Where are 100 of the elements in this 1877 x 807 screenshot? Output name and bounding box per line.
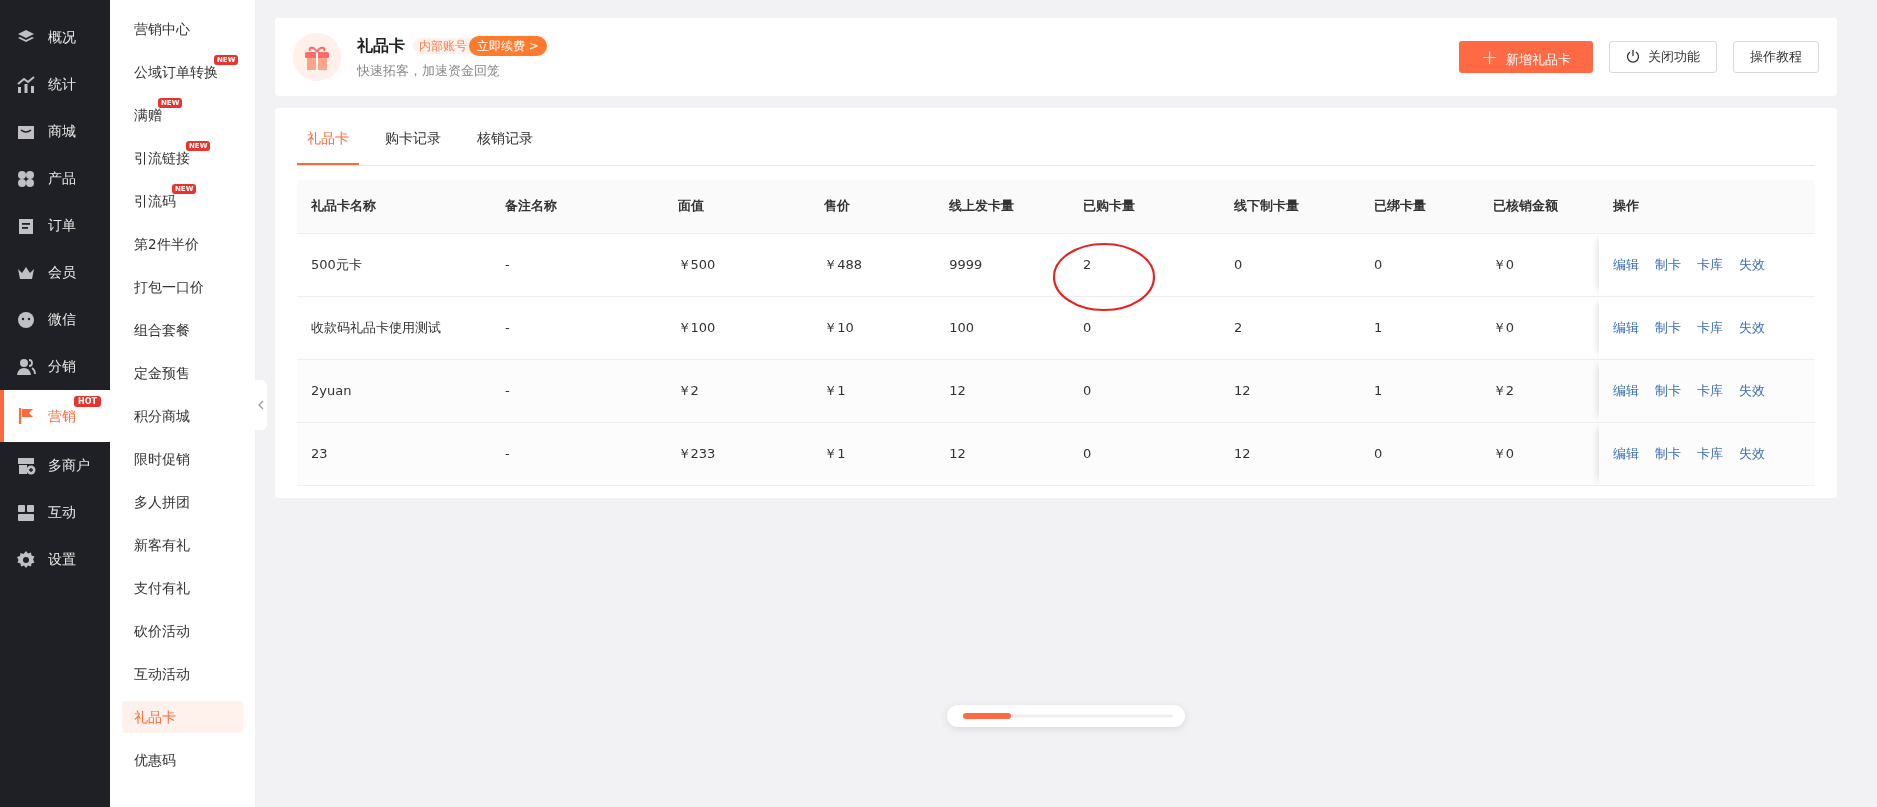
submenu-item[interactable]: 限时促销 [122, 438, 190, 481]
column-header: 线下制卡量 [1219, 180, 1361, 233]
table-cell: ￥1 [824, 382, 846, 398]
collapse-handle[interactable] [255, 380, 267, 430]
submenu-item[interactable]: 新客有礼 [122, 524, 190, 567]
action-link[interactable]: 制卡 [1655, 256, 1682, 272]
table-cell: 12 [949, 382, 966, 398]
table-cell: 收款码礼品卡使用测试 [311, 319, 441, 335]
submenu-item[interactable]: 互动活动 [122, 653, 190, 696]
action-link[interactable]: 编辑 [1613, 256, 1640, 272]
column-header: 售价 [810, 180, 936, 233]
users-icon [16, 356, 36, 377]
action-link[interactable]: 制卡 [1655, 319, 1682, 335]
nav-item[interactable]: 订单 [0, 202, 110, 249]
submenu-item[interactable]: 砍价活动 [122, 610, 190, 653]
table-cell: ￥0 [1492, 445, 1514, 461]
action-link[interactable]: 制卡 [1655, 382, 1682, 398]
table-cell: ￥0 [1492, 256, 1514, 272]
table-cell: 12 [949, 445, 966, 461]
action-link[interactable]: 卡库 [1697, 445, 1724, 461]
blocks-icon [16, 502, 36, 523]
chat-bubble-icon [16, 309, 36, 330]
page-subtitle: 快速拓客，加速资金回笼 [357, 61, 501, 80]
page-title: 礼品卡 [357, 34, 405, 57]
table-cell: 12 [1233, 382, 1251, 398]
gift-icon [293, 33, 341, 81]
column-header: 线上发卡量 [935, 180, 1069, 233]
table-cell: 1 [1374, 382, 1383, 398]
action-link[interactable]: 卡库 [1697, 319, 1724, 335]
action-link[interactable]: 失效 [1739, 445, 1766, 461]
table-cell: ￥100 [677, 319, 716, 335]
table-cell: ￥233 [677, 445, 716, 461]
power-icon [1626, 49, 1640, 64]
submenu-item[interactable]: 积分商城 [122, 395, 190, 438]
column-header: 备注名称 [491, 180, 664, 233]
submenu-item[interactable]: 组合套餐 [122, 309, 190, 352]
submenu-item[interactable]: 打包一口价 [122, 266, 204, 309]
table-cell: 100 [949, 319, 975, 335]
submenu-item[interactable]: 支付有礼 [122, 567, 190, 610]
submenu-item[interactable]: 定金预售 [122, 352, 190, 395]
plus-icon: + [1481, 45, 1498, 69]
column-header: 已核销金额 [1478, 180, 1600, 233]
table-cell: 0 [1374, 445, 1383, 461]
table-cell: - [505, 256, 510, 272]
table-cell: - [505, 445, 510, 461]
submenu-item[interactable]: 第2件半价 [122, 223, 199, 266]
tab[interactable]: 核销记录 [467, 128, 543, 165]
table-cell: 2 [1233, 319, 1243, 335]
submenu-item[interactable]: 优惠码 [122, 739, 176, 782]
nav-item[interactable]: 商城 [0, 108, 110, 155]
chevron-left-icon [258, 400, 264, 410]
table-cell: 0 [1233, 256, 1243, 272]
column-header: 面值 [663, 180, 811, 233]
action-link[interactable]: 失效 [1739, 256, 1766, 272]
action-link[interactable]: 编辑 [1613, 319, 1640, 335]
action-link[interactable]: 失效 [1739, 382, 1766, 398]
close-feature-button[interactable]: 关闭功能 [1609, 41, 1717, 73]
nav-item[interactable]: 分销 [0, 343, 110, 390]
horizontal-scrollbar[interactable] [947, 705, 1185, 727]
submenu-item[interactable]: 多人拼团 [122, 481, 190, 524]
tab[interactable]: 购卡记录 [375, 128, 451, 165]
grid-icon [16, 168, 36, 189]
nav-item[interactable]: 微信 [0, 296, 110, 343]
action-link[interactable]: 制卡 [1655, 445, 1682, 461]
table-cell: ￥2 [677, 382, 699, 398]
table-cell: ￥488 [824, 256, 862, 272]
submenu-item[interactable]: 营销中心 [122, 8, 190, 51]
table-cell: 12 [1233, 445, 1251, 461]
table-cell: 0 [1082, 445, 1092, 461]
action-link[interactable]: 编辑 [1613, 445, 1640, 461]
column-header: 已绑卡量 [1360, 180, 1479, 233]
nav-item[interactable]: 营销 HOT [0, 390, 110, 442]
action-link[interactable]: 卡库 [1697, 256, 1724, 272]
nav-item[interactable]: 互动 [0, 489, 110, 536]
settings-icon [16, 549, 36, 570]
nav-item[interactable]: 多商户 [0, 442, 110, 489]
action-link[interactable]: 卡库 [1697, 382, 1724, 398]
action-link[interactable]: 编辑 [1613, 382, 1640, 398]
action-link[interactable]: 失效 [1739, 319, 1766, 335]
chart-icon [16, 74, 36, 95]
table-cell: - [505, 382, 510, 398]
table-cell: ￥2 [1492, 382, 1514, 398]
flag-icon [16, 406, 36, 426]
nav-item[interactable]: 统计 [0, 61, 110, 108]
table-cell: 23 [311, 445, 328, 461]
nav-item[interactable]: 设置 [0, 536, 110, 583]
table-cell: ￥10 [824, 319, 854, 335]
table-cell: 2yuan [311, 382, 352, 398]
column-header: 已购卡量 [1068, 180, 1220, 233]
table-cell: ￥500 [677, 256, 716, 272]
tutorial-button[interactable]: 操作教程 [1733, 41, 1819, 73]
table-cell: ￥0 [1492, 319, 1514, 335]
nav-item[interactable]: 产品 [0, 155, 110, 202]
table-cell: 9999 [949, 256, 983, 272]
table-cell: 1 [1374, 319, 1383, 335]
nav-item[interactable]: 概况 [0, 14, 110, 61]
column-header: 操作 [1599, 180, 1815, 233]
table-cell: 0 [1082, 382, 1092, 398]
account-tag: 内部账号 [413, 37, 473, 54]
nav-item[interactable]: 会员 [0, 249, 110, 296]
